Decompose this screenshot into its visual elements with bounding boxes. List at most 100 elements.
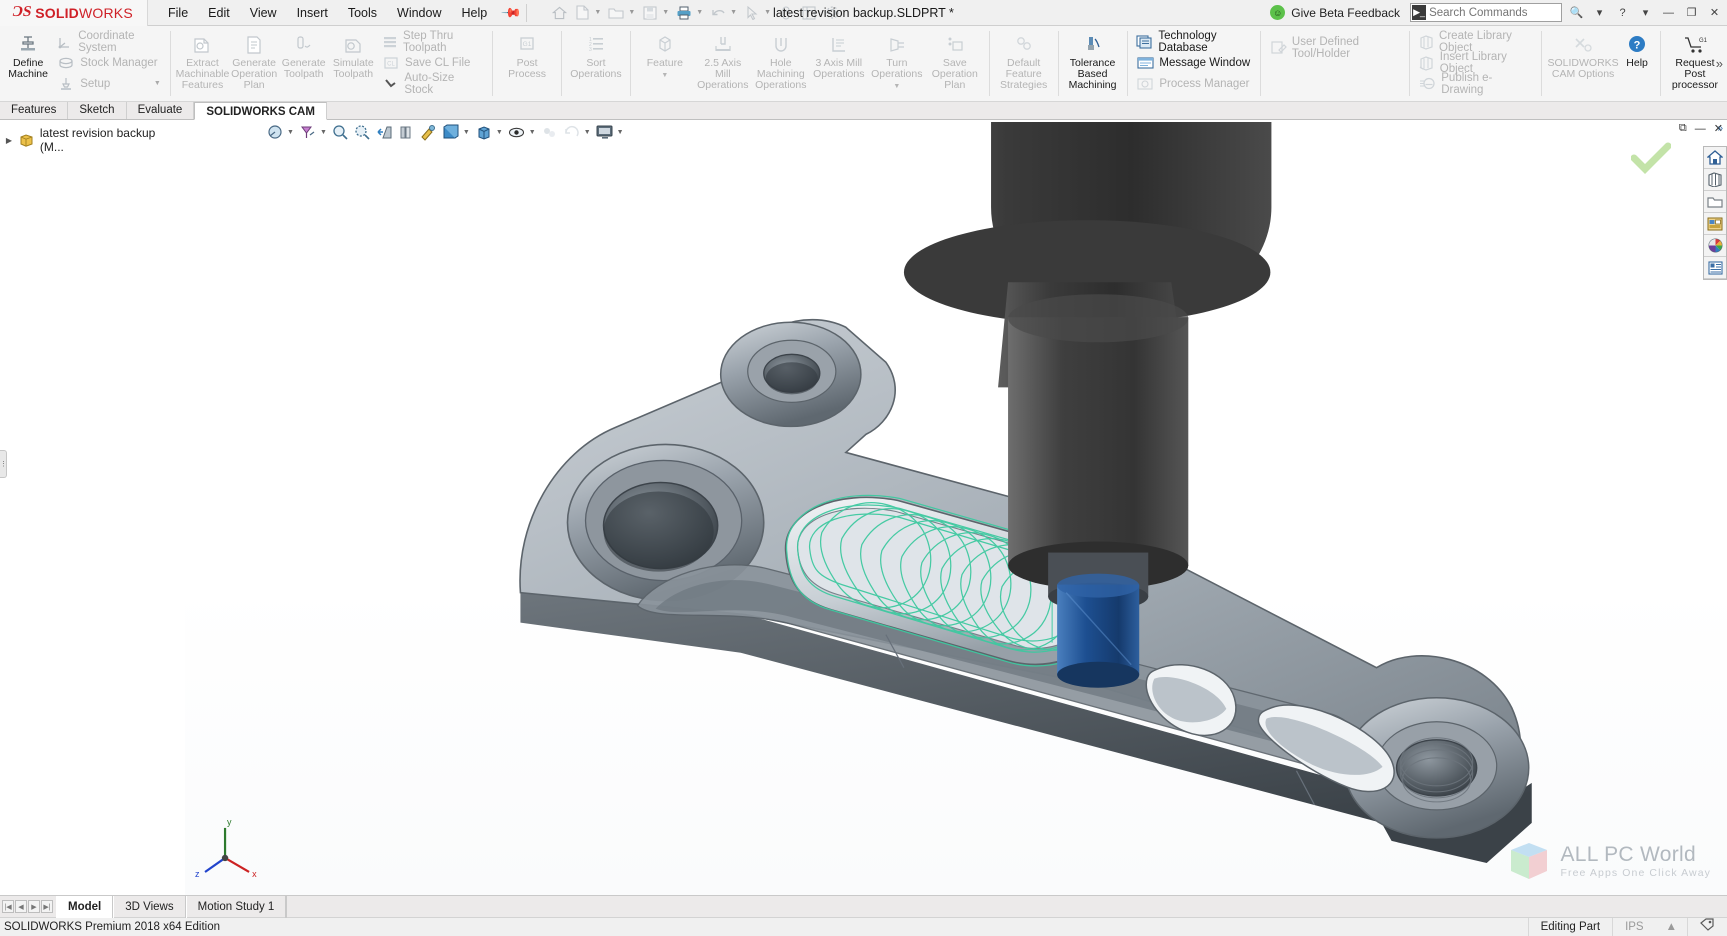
undo-icon[interactable] — [707, 2, 729, 24]
define-machine-button[interactable]: Define Machine — [3, 28, 53, 80]
sort-operations-button[interactable]: 123 Sort Operations — [567, 28, 625, 80]
panel-resize-handle[interactable]: ⋮ — [0, 450, 7, 478]
technology-database-button[interactable]: Technology Database — [1132, 31, 1255, 52]
tab-3d-views[interactable]: 3D Views — [113, 896, 185, 918]
step-thru-toolpath-button[interactable]: Step Thru Toolpath — [378, 31, 487, 52]
generate-toolpath-button[interactable]: Generate Toolpath — [279, 28, 329, 80]
task-pane[interactable] — [1703, 146, 1727, 280]
view-orientation-caret-icon[interactable]: ▼ — [496, 129, 505, 136]
tab-solidworks-cam[interactable]: SOLIDWORKS CAM — [194, 102, 327, 120]
search-magnifier-icon[interactable]: 🔍 — [1568, 6, 1585, 19]
post-process-button[interactable]: G1 Post Process — [498, 28, 556, 80]
ribbon-overflow-button[interactable]: » — [1716, 56, 1723, 71]
menu-file[interactable]: File — [158, 2, 198, 24]
publish-edrawing-button[interactable]: Publish e-Drawing — [1415, 73, 1537, 94]
custom-properties-icon[interactable] — [1704, 257, 1726, 279]
graphics-viewport[interactable]: ▼ ▼ ▼ — [185, 120, 1727, 895]
help-caret-icon[interactable]: ▾ — [1637, 6, 1654, 19]
close-app-button[interactable]: ✕ — [1706, 6, 1723, 19]
turn-operations-dropdown-caret-icon[interactable]: ▼ — [893, 81, 900, 92]
menu-bar[interactable]: File Edit View Insert Tools Window Help — [158, 2, 497, 24]
tab-features[interactable]: Features — [0, 101, 68, 119]
cam-model-graphic[interactable]: y x z — [185, 120, 1727, 895]
file-explorer-icon[interactable] — [1704, 191, 1726, 213]
hide-show-items-icon[interactable] — [397, 122, 417, 142]
save-icon[interactable] — [639, 2, 661, 24]
mill-25-axis-button[interactable]: 2.5 Axis Mill Operations — [694, 28, 752, 91]
setup-dropdown-caret-icon[interactable]: ▼ — [142, 80, 161, 87]
user-defined-tool-holder-button[interactable]: User Defined Tool/Holder — [1266, 37, 1404, 58]
save-operation-plan-button[interactable]: Save Operation Plan — [926, 28, 984, 91]
turn-operations-button[interactable]: Turn Operations ▼ — [868, 28, 926, 92]
print-caret-icon[interactable]: ▼ — [696, 9, 706, 16]
previous-view-icon[interactable] — [375, 122, 395, 142]
section-view-caret-icon[interactable]: ▼ — [320, 129, 329, 136]
menu-view[interactable]: View — [240, 2, 287, 24]
tolerance-based-machining-button[interactable]: Tolerance Based Machining — [1064, 28, 1122, 91]
view-orientation-icon[interactable] — [474, 122, 494, 142]
open-folder-icon[interactable] — [605, 2, 627, 24]
minimize-document-button[interactable]: — — [1695, 123, 1706, 135]
rebuild-icon[interactable] — [775, 2, 797, 24]
extract-machinable-features-button[interactable]: Extract Machinable Features — [176, 28, 230, 91]
default-feature-strategies-button[interactable]: Default Feature Strategies — [995, 28, 1053, 91]
new-document-icon[interactable] — [571, 2, 593, 24]
open-caret-icon[interactable]: ▼ — [628, 9, 638, 16]
generate-operation-plan-button[interactable]: Generate Operation Plan — [229, 28, 279, 91]
restore-document-button[interactable]: ⧉ — [1679, 122, 1687, 135]
settings-gear-icon[interactable] — [821, 2, 843, 24]
stock-manager-button[interactable]: Stock Manager — [53, 52, 165, 73]
tag-icon[interactable] — [1687, 918, 1727, 936]
search-commands-box[interactable]: ▶_ — [1410, 3, 1562, 22]
minimize-app-button[interactable]: — — [1660, 7, 1677, 19]
tree-root-item[interactable]: ▶ latest revision backup (M... — [0, 124, 185, 156]
document-window-controls[interactable]: ⧉ — ✕ — [1679, 122, 1723, 135]
status-units[interactable]: IPS — [1612, 918, 1656, 936]
view-palette-icon[interactable] — [1704, 213, 1726, 235]
tab-nav-buttons[interactable]: |◀ ◀ ▶ ▶| — [0, 900, 56, 913]
view-toolbar[interactable]: ▼ ▼ ▼ — [265, 122, 626, 142]
cam-options-button[interactable]: SOLIDWORKS CAM Options — [1547, 28, 1619, 80]
solidworks-resources-home-icon[interactable] — [1704, 147, 1726, 169]
first-tab-button[interactable]: |◀ — [2, 900, 14, 913]
last-tab-button[interactable]: ▶| — [41, 900, 53, 913]
prev-tab-button[interactable]: ◀ — [15, 900, 27, 913]
view-settings-icon[interactable] — [540, 122, 560, 142]
tab-motion-study-1[interactable]: Motion Study 1 — [186, 896, 287, 918]
process-manager-button[interactable]: Process Manager — [1132, 73, 1255, 94]
restore-app-button[interactable]: ❐ — [1683, 6, 1700, 19]
options-list-icon[interactable] — [798, 2, 820, 24]
zoom-to-area-icon[interactable] — [331, 122, 351, 142]
feature-button[interactable]: Feature ▼ — [636, 28, 694, 81]
apply-scene-icon[interactable] — [441, 122, 461, 142]
search-input[interactable] — [1429, 7, 1561, 19]
viewport-layout-caret-icon[interactable]: ▼ — [617, 129, 626, 136]
simulate-toolpath-button[interactable]: Simulate Toolpath — [328, 28, 378, 80]
zoom-to-fit-caret-icon[interactable]: ▼ — [287, 129, 296, 136]
create-library-object-button[interactable]: Create Library Object — [1415, 31, 1537, 52]
give-beta-feedback-link[interactable]: Give Beta Feedback — [1291, 6, 1400, 20]
beta-feedback-smiley-icon[interactable]: ☺ — [1270, 5, 1285, 20]
coordinate-system-button[interactable]: Coordinate System — [53, 31, 165, 52]
status-units-caret-icon[interactable]: ▲ — [1656, 918, 1687, 936]
viewport-layout-icon[interactable] — [595, 122, 615, 142]
menu-help[interactable]: Help — [452, 2, 498, 24]
section-view-icon[interactable] — [298, 122, 318, 142]
tab-sketch[interactable]: Sketch — [68, 101, 126, 119]
feature-dropdown-caret-icon[interactable]: ▼ — [661, 70, 668, 81]
tab-evaluate[interactable]: Evaluate — [127, 101, 195, 119]
quick-access-toolbar[interactable]: ▼ ▼ ▼ ▼ ▼ ▼ — [548, 2, 843, 24]
help-question-icon[interactable]: ? — [1614, 7, 1631, 19]
menu-tools[interactable]: Tools — [338, 2, 387, 24]
undo-caret-icon[interactable]: ▼ — [730, 9, 740, 16]
new-document-caret-icon[interactable]: ▼ — [594, 9, 604, 16]
rotate-view-icon[interactable] — [562, 122, 582, 142]
design-library-icon[interactable] — [1704, 169, 1726, 191]
insert-library-object-button[interactable]: Insert Library Object — [1415, 52, 1537, 73]
auto-size-stock-button[interactable]: Auto-Size Stock — [378, 73, 487, 94]
select-cursor-icon[interactable] — [741, 2, 763, 24]
next-tab-button[interactable]: ▶ — [28, 900, 40, 913]
display-style-icon[interactable] — [507, 122, 527, 142]
appearances-scenes-icon[interactable] — [1704, 235, 1726, 257]
select-caret-icon[interactable]: ▼ — [764, 9, 774, 16]
